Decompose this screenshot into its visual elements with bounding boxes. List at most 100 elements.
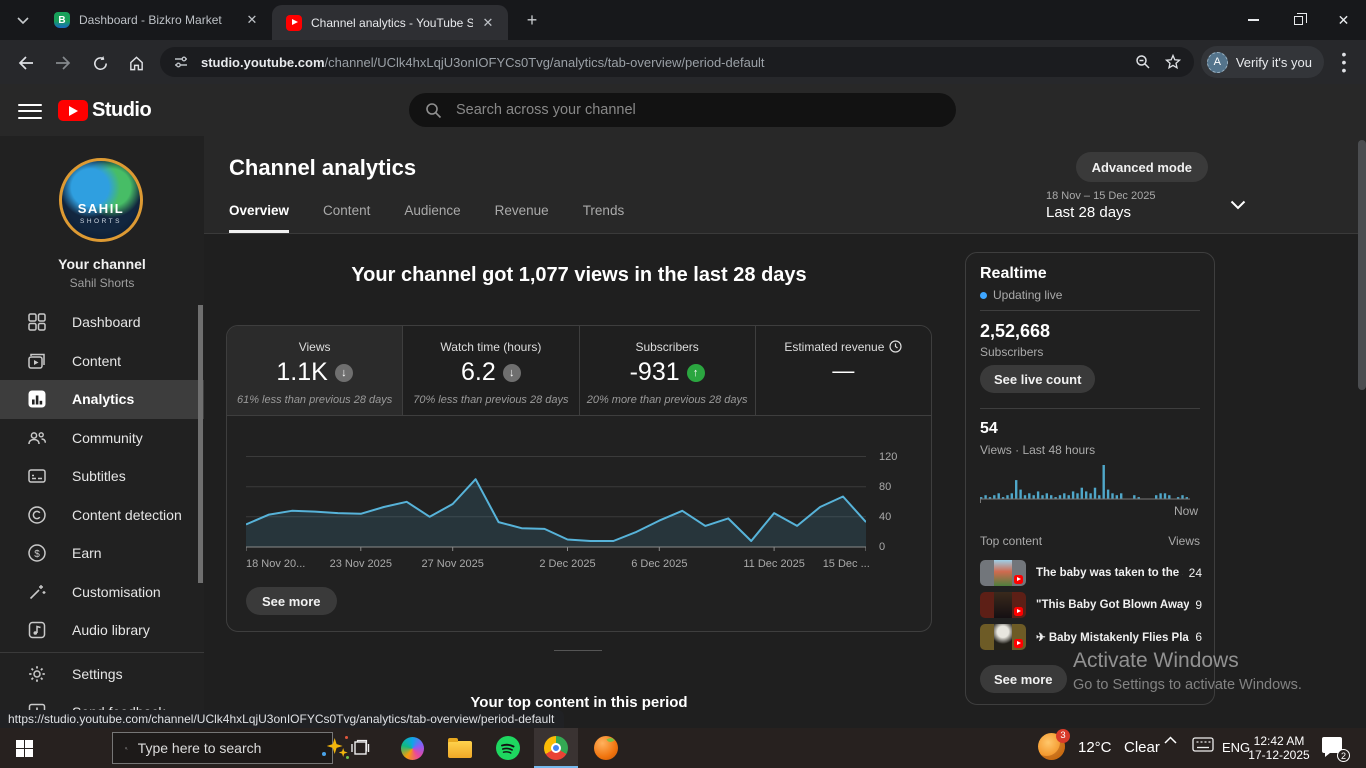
gear-icon <box>26 663 48 685</box>
weather-temp[interactable]: 12°C <box>1078 739 1112 756</box>
analytics-tabs: Overview Content Audience Revenue Trends <box>229 203 624 233</box>
touch-keyboard-icon <box>1192 737 1214 753</box>
language-indicator[interactable]: ENG <box>1222 740 1250 755</box>
metric-strip: Views 1.1K↓ 61% less than previous 28 da… <box>227 326 931 416</box>
video-title[interactable]: ✈ Baby Mistakenly Flies Pla... <box>1036 630 1189 644</box>
dashboard-icon <box>26 311 48 333</box>
metric-note: 61% less than previous 28 days <box>227 394 402 406</box>
browser-menu-button[interactable]: ••• <box>1332 50 1356 74</box>
metric-note: 20% more than previous 28 days <box>580 394 755 406</box>
top-content-header: Top content Views <box>980 534 1200 548</box>
views-48h-bar-chart[interactable] <box>980 463 1192 504</box>
tab-audience[interactable]: Audience <box>404 203 460 233</box>
metric-label: Subscribers <box>580 340 755 354</box>
realtime-card: Realtime Updating live 2,52,668 Subscrib… <box>965 252 1215 705</box>
updating-live-label: Updating live <box>993 288 1062 302</box>
sidebar-divider <box>0 652 204 653</box>
top-content-row[interactable]: "This Baby Got Blown Away b... 9 <box>980 589 1202 621</box>
touch-keyboard-button[interactable] <box>1192 737 1214 753</box>
advanced-mode-button[interactable]: Advanced mode <box>1076 152 1208 182</box>
taskbar-search-input[interactable] <box>138 740 319 756</box>
taskbar-search-box[interactable] <box>112 732 333 764</box>
sidebar-item-dashboard[interactable]: Dashboard <box>0 303 204 342</box>
forward-button[interactable] <box>49 49 77 77</box>
close-button[interactable]: ✕ <box>1321 0 1366 40</box>
sidebar-item-subtitles[interactable]: Subtitles <box>0 457 204 496</box>
realtime-see-more-button[interactable]: See more <box>980 665 1067 693</box>
tab-close-icon[interactable]: ✕ <box>479 14 497 32</box>
tab-content[interactable]: Content <box>323 203 370 233</box>
hamburger-menu-icon[interactable] <box>18 99 42 121</box>
back-button[interactable] <box>12 49 40 77</box>
browser-tab-analytics[interactable]: Channel analytics - YouTube Stu ✕ <box>272 5 508 40</box>
weather-widget[interactable]: 3 <box>1038 733 1068 763</box>
sidebar-item-content-detection[interactable]: Content detection <box>0 496 204 535</box>
chrome-button[interactable] <box>534 728 578 768</box>
bookmark-button[interactable] <box>1158 54 1188 70</box>
sidebar-item-settings[interactable]: Settings <box>0 655 204 694</box>
sidebar-item-customisation[interactable]: Customisation <box>0 573 204 612</box>
tab-search-button[interactable] <box>10 8 36 34</box>
file-explorer-button[interactable] <box>438 728 482 768</box>
tab-revenue[interactable]: Revenue <box>495 203 549 233</box>
see-more-button[interactable]: See more <box>246 587 337 615</box>
fl-studio-icon <box>594 736 618 760</box>
sidebar-item-content[interactable]: Content <box>0 342 204 381</box>
taskbar-clock[interactable]: 12:42 AM 17-12-2025 <box>1248 734 1310 762</box>
metric-watch-time[interactable]: Watch time (hours) 6.2↓ 70% less than pr… <box>403 326 579 415</box>
video-title[interactable]: The baby was taken to the s... <box>1036 567 1183 579</box>
see-live-count-button[interactable]: See live count <box>980 365 1095 393</box>
tab-overview[interactable]: Overview <box>229 203 289 233</box>
top-content-row[interactable]: ✈ Baby Mistakenly Flies Pla... 6 <box>980 621 1202 653</box>
sidebar-nav: Dashboard Content Analytics Community Su… <box>0 303 204 732</box>
shorts-icon <box>1014 639 1023 648</box>
metric-revenue[interactable]: Estimated revenue — <box>756 326 931 415</box>
svg-text:$: $ <box>34 549 40 560</box>
weather-condition[interactable]: Clear <box>1124 739 1160 756</box>
date-range-chevron[interactable] <box>1230 200 1246 210</box>
metric-views[interactable]: Views 1.1K↓ 61% less than previous 28 da… <box>227 326 403 415</box>
youtube-studio-logo[interactable]: Studio <box>58 99 151 122</box>
verify-profile-button[interactable]: A Verify it's you <box>1201 46 1324 78</box>
url-bar[interactable]: studio.youtube.com/channel/UClk4hxLqjU3o… <box>160 47 1194 77</box>
studio-search-input[interactable] <box>456 102 956 118</box>
site-info-icon[interactable] <box>173 54 189 70</box>
sidebar-item-audio-library[interactable]: Audio library <box>0 611 204 650</box>
minimize-button[interactable] <box>1231 0 1276 40</box>
sidebar-item-community[interactable]: Community <box>0 419 204 458</box>
top-content-row[interactable]: The baby was taken to the s... 24 <box>980 557 1202 589</box>
studio-search-bar[interactable] <box>409 93 956 127</box>
your-channel-label: Your channel <box>0 256 204 272</box>
restore-button[interactable] <box>1276 0 1321 40</box>
tab-close-icon[interactable]: ✕ <box>243 11 261 29</box>
updating-live: Updating live <box>980 288 1062 302</box>
start-button[interactable] <box>0 728 48 768</box>
sidebar-item-earn[interactable]: $ Earn <box>0 534 204 573</box>
metric-subscribers[interactable]: Subscribers -931↑ 20% more than previous… <box>580 326 756 415</box>
tab-trends[interactable]: Trends <box>583 203 625 233</box>
url-path: /channel/UClk4hxLqjU3onIOFYCs0Tvg/analyt… <box>325 55 765 70</box>
zoom-page-button[interactable] <box>1128 54 1158 70</box>
views-line-chart[interactable] <box>246 449 866 552</box>
browser-tab-dashboard[interactable]: B Dashboard - Bizkro Market ✕ <box>40 0 268 40</box>
channel-avatar-large[interactable]: SAHIL SHORTS <box>59 158 143 242</box>
notifications-button[interactable]: 2 <box>1322 737 1348 759</box>
date-range-picker[interactable]: 18 Nov – 15 Dec 2025 Last 28 days <box>1046 190 1196 221</box>
tray-expand-button[interactable] <box>1164 736 1186 744</box>
spotify-button[interactable] <box>486 728 530 768</box>
clock-date: 17-12-2025 <box>1248 748 1310 762</box>
copilot-button[interactable] <box>390 728 434 768</box>
sidebar-item-analytics[interactable]: Analytics <box>0 380 204 419</box>
sidebar-scrollbar[interactable] <box>198 305 203 583</box>
video-views: 24 <box>1189 566 1202 580</box>
browser-tab-strip: B Dashboard - Bizkro Market ✕ Channel an… <box>0 0 1366 40</box>
url-text[interactable]: studio.youtube.com/channel/UClk4hxLqjU3o… <box>201 55 1128 70</box>
home-button[interactable] <box>122 49 150 77</box>
page-scrollbar[interactable] <box>1358 140 1366 390</box>
task-view-button[interactable] <box>338 728 382 768</box>
sidebar-item-label: Community <box>72 430 143 446</box>
fl-studio-button[interactable] <box>584 728 628 768</box>
new-tab-button[interactable]: + <box>520 9 544 33</box>
video-title[interactable]: "This Baby Got Blown Away b... <box>1036 599 1189 611</box>
reload-button[interactable] <box>86 49 114 77</box>
